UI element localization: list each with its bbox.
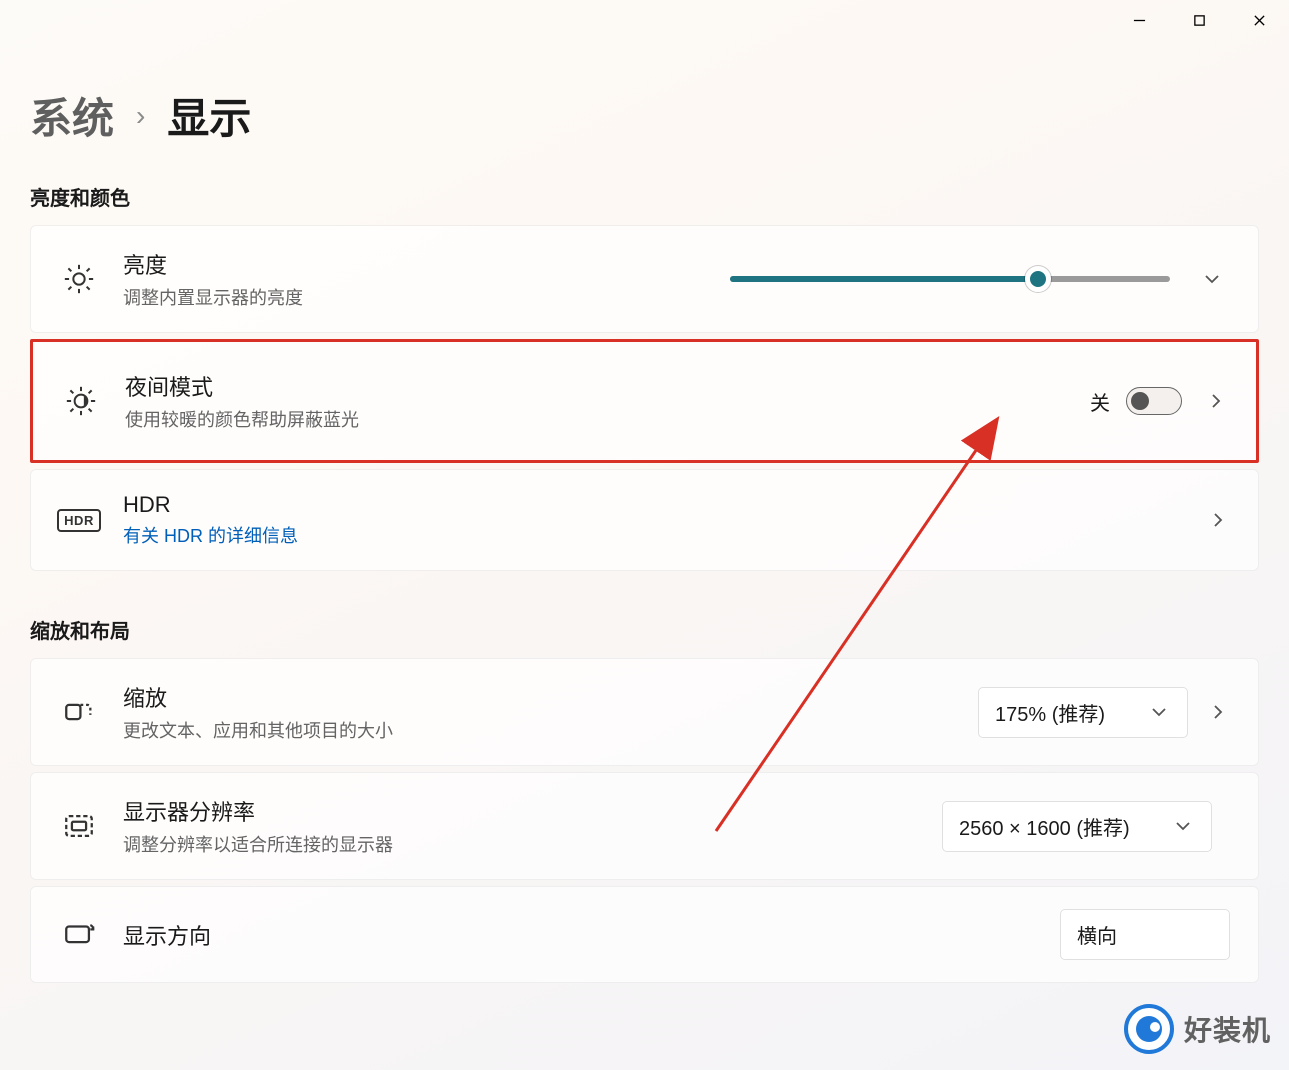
chevron-down-icon [1147,700,1171,724]
scale-selected: 175% (推荐) [995,698,1105,727]
resolution-row[interactable]: 显示器分辨率 调整分辨率以适合所连接的显示器 2560 × 1600 (推荐) [30,772,1259,880]
minimize-button[interactable] [1109,0,1169,40]
chevron-down-icon[interactable] [1200,267,1224,291]
orientation-title: 显示方向 [123,919,1060,951]
window-controls [1109,0,1289,40]
night-light-subtitle: 使用较暖的颜色帮助屏蔽蓝光 [125,406,1090,432]
hdr-title: HDR [123,492,1206,518]
slider-thumb[interactable] [1025,266,1051,292]
watermark-text: 好装机 [1184,1009,1271,1049]
orientation-selected: 横向 [1077,920,1117,949]
brightness-row[interactable]: 亮度 调整内置显示器的亮度 [30,225,1259,333]
scale-dropdown[interactable]: 175% (推荐) [978,687,1188,738]
chevron-right-icon[interactable] [1204,389,1228,413]
breadcrumb-current: 显示 [167,85,251,146]
brightness-slider[interactable] [730,276,1170,282]
night-light-icon [61,381,101,421]
scale-row[interactable]: 缩放 更改文本、应用和其他项目的大小 175% (推荐) [30,658,1259,766]
resolution-selected: 2560 × 1600 (推荐) [959,812,1130,841]
hdr-link[interactable]: 有关 HDR 的详细信息 [123,522,1206,548]
chevron-right-icon[interactable] [1206,700,1230,724]
sun-icon [59,259,99,299]
scale-icon [59,692,99,732]
night-light-toggle-label: 关 [1090,387,1110,416]
night-light-title: 夜间模式 [125,370,1090,402]
night-light-toggle[interactable] [1126,387,1182,415]
hdr-icon: HDR [59,500,99,540]
section-scale-layout: 缩放和布局 [30,615,1259,644]
hdr-row[interactable]: HDR HDR 有关 HDR 的详细信息 [30,469,1259,571]
orientation-row[interactable]: 显示方向 横向 [30,886,1259,983]
orientation-dropdown[interactable]: 横向 [1060,909,1230,960]
night-light-row[interactable]: 夜间模式 使用较暖的颜色帮助屏蔽蓝光 关 [30,339,1259,463]
brightness-subtitle: 调整内置显示器的亮度 [123,284,730,310]
chevron-down-icon [1171,814,1195,838]
resolution-subtitle: 调整分辨率以适合所连接的显示器 [123,831,942,857]
chevron-right-icon[interactable] [1206,508,1230,532]
resolution-icon [59,806,99,846]
close-button[interactable] [1229,0,1289,40]
orientation-icon [59,915,99,955]
scale-subtitle: 更改文本、应用和其他项目的大小 [123,717,978,743]
resolution-dropdown[interactable]: 2560 × 1600 (推荐) [942,801,1212,852]
toggle-knob [1131,392,1149,410]
scale-title: 缩放 [123,681,978,713]
section-brightness-color: 亮度和颜色 [30,182,1259,211]
chevron-right-icon: › [136,100,145,132]
breadcrumb-parent[interactable]: 系统 [30,85,114,146]
maximize-button[interactable] [1169,0,1229,40]
brightness-title: 亮度 [123,248,730,280]
breadcrumb: 系统 › 显示 [30,85,1259,146]
watermark-logo-icon [1124,1004,1174,1054]
resolution-title: 显示器分辨率 [123,795,942,827]
watermark: 好装机 [1124,1004,1271,1054]
